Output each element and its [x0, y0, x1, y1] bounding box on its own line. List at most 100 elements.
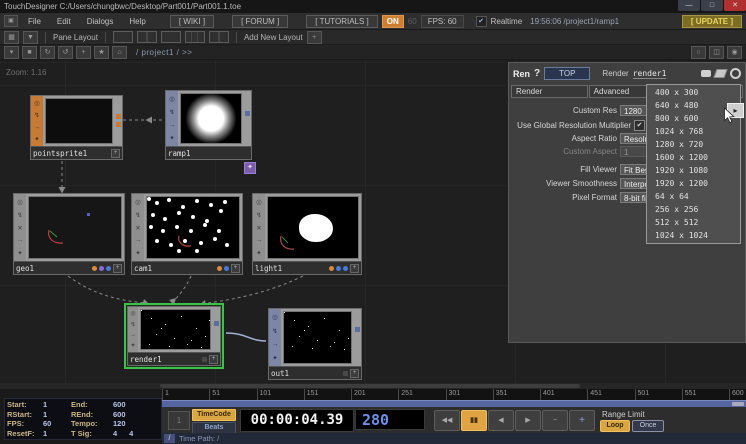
- gear-icon[interactable]: ◎: [34, 99, 40, 107]
- node-output-strip[interactable]: [213, 307, 220, 352]
- menu-file[interactable]: File: [22, 17, 47, 26]
- node-viewer[interactable]: [140, 309, 211, 350]
- menu-item[interactable]: 1920 x 1080: [647, 164, 740, 177]
- render-flag[interactable]: [217, 266, 222, 271]
- node-flag-column[interactable]: ◎ ↯ → ✦: [128, 307, 138, 352]
- node-label-bar[interactable]: ramp1: [166, 146, 251, 159]
- lightning-icon[interactable]: ↯: [34, 111, 39, 119]
- tsig-numerator[interactable]: 4: [113, 429, 117, 438]
- display-flag[interactable]: [343, 371, 348, 376]
- start-value[interactable]: 1: [43, 400, 71, 410]
- gear-icon[interactable]: ◎: [17, 198, 23, 206]
- range-slider-handle[interactable]: [732, 402, 744, 406]
- back-history-icon[interactable]: ↺: [58, 46, 73, 59]
- node-pointsprite1[interactable]: ◎ ↯ → ✦ pointsprite1 +: [30, 95, 123, 160]
- scrollbar-handle[interactable]: [160, 384, 580, 388]
- rend-value[interactable]: 600: [113, 410, 157, 420]
- node-cam1[interactable]: ◎ ↯ ✕ → ✦ cam1 +: [131, 193, 243, 275]
- global-mult-checkbox[interactable]: ✔: [634, 120, 645, 131]
- node-viewer[interactable]: [283, 311, 352, 364]
- node-light1[interactable]: ◎ ↯ ✕ → ✦ light1: [252, 193, 362, 275]
- node-viewer[interactable]: [45, 98, 113, 144]
- layout-preset-hsplit[interactable]: [161, 31, 181, 43]
- node-label-bar[interactable]: out1 +: [269, 366, 361, 379]
- first-frame-field[interactable]: 1: [168, 411, 190, 430]
- maximize-button[interactable]: □: [701, 0, 723, 11]
- lightning-icon[interactable]: ↯: [17, 211, 22, 219]
- gear-icon[interactable]: [730, 68, 741, 79]
- pickable-flag[interactable]: [224, 266, 229, 271]
- expand-flag[interactable]: +: [350, 369, 359, 378]
- menu-item[interactable]: 1024 x 768: [647, 125, 740, 138]
- display-flag[interactable]: [202, 357, 207, 362]
- node-flag-column[interactable]: ◎ ↯ ✕ → ✦: [253, 194, 265, 261]
- hand-icon[interactable]: ✦: [34, 135, 39, 143]
- node-output-strip[interactable]: [115, 96, 122, 146]
- menu-item[interactable]: 1920 x 1200: [647, 177, 740, 190]
- arrow-icon[interactable]: →: [256, 237, 263, 244]
- loop-button[interactable]: Loop: [600, 420, 630, 432]
- grid-icon[interactable]: ▦: [4, 31, 19, 44]
- tutorials-button[interactable]: [ TUTORIALS ]: [306, 15, 378, 28]
- help-button[interactable]: ?: [534, 68, 540, 79]
- step-back-button[interactable]: −: [542, 410, 568, 431]
- comment-icon[interactable]: [701, 70, 711, 77]
- menu-item[interactable]: 512 x 512: [647, 216, 740, 229]
- arrow-icon[interactable]: →: [135, 237, 142, 244]
- arrow-icon[interactable]: →: [169, 122, 176, 129]
- gear-icon[interactable]: ◎: [130, 310, 135, 317]
- output-connector[interactable]: [214, 321, 219, 326]
- menu-help[interactable]: Help: [123, 17, 151, 26]
- op-name-field[interactable]: render1: [633, 69, 667, 79]
- node-flag-column[interactable]: ◎ ↯ ✕ → ✦: [132, 194, 144, 261]
- play-forward-button[interactable]: ▶: [515, 410, 541, 431]
- pickable-flag[interactable]: [106, 266, 111, 271]
- node-viewer[interactable]: [146, 196, 240, 259]
- x-icon[interactable]: ✕: [17, 224, 22, 232]
- layout-preset-grid[interactable]: [209, 31, 229, 43]
- add-icon[interactable]: +: [76, 46, 91, 59]
- menu-item[interactable]: 1280 x 720: [647, 138, 740, 151]
- rstart-value[interactable]: 1: [43, 410, 71, 420]
- jump-to-start-button[interactable]: ◀◀: [434, 410, 460, 431]
- render-flag[interactable]: [329, 266, 334, 271]
- menu-edit[interactable]: Edit: [51, 17, 77, 26]
- layout-preset-triple[interactable]: [185, 31, 205, 43]
- power-toggle[interactable]: ON: [382, 15, 404, 28]
- palette-icon[interactable]: ✦: [244, 162, 256, 174]
- menu-item[interactable]: 256 x 256: [647, 203, 740, 216]
- output-connector[interactable]: [116, 122, 121, 127]
- time-path-button[interactable]: /: [164, 434, 175, 443]
- node-viewer[interactable]: [180, 93, 242, 144]
- hand-icon[interactable]: ✦: [17, 249, 22, 257]
- node-flag-column[interactable]: ◎ ↯ → ✦: [31, 96, 43, 146]
- node-label-bar[interactable]: pointsprite1 +: [31, 146, 122, 159]
- timecode-mode-button[interactable]: TimeCode: [192, 409, 236, 421]
- node-flag-column[interactable]: ◎ ↯ → ✦: [166, 91, 178, 146]
- split-pane-icon[interactable]: ◫: [709, 46, 724, 59]
- close-button[interactable]: ✕: [724, 0, 746, 11]
- arrow-icon[interactable]: →: [130, 332, 136, 338]
- pane-lock-icon[interactable]: ◉: [727, 46, 742, 59]
- node-label-bar[interactable]: light1 +: [253, 261, 361, 274]
- display-flag[interactable]: [99, 266, 104, 271]
- lightning-icon[interactable]: ↯: [256, 211, 261, 219]
- stop-icon[interactable]: ■: [22, 46, 37, 59]
- node-viewer[interactable]: [28, 196, 122, 259]
- wiki-button[interactable]: [ WIKI ]: [170, 15, 214, 28]
- app-window-icon[interactable]: ▣: [4, 15, 18, 27]
- node-label-bar[interactable]: render1 +: [128, 352, 220, 365]
- node-flag-column[interactable]: ◎ ↯ → ✦: [269, 309, 281, 366]
- pickable-flag[interactable]: [343, 266, 348, 271]
- node-geo1[interactable]: ◎ ↯ ✕ → ✦ geo1: [13, 193, 125, 275]
- menu-item[interactable]: 64 x 64: [647, 190, 740, 203]
- lightning-icon[interactable]: ↯: [130, 321, 135, 328]
- gear-icon[interactable]: ◎: [135, 198, 141, 206]
- node-label-bar[interactable]: geo1 +: [14, 261, 124, 274]
- end-value[interactable]: 600: [113, 400, 157, 410]
- node-ramp1[interactable]: ◎ ↯ → ✦ ramp1: [165, 90, 252, 160]
- minimize-button[interactable]: —: [678, 0, 700, 11]
- node-output-strip[interactable]: [244, 91, 251, 146]
- tempo-value[interactable]: 120: [113, 419, 157, 429]
- expand-flag[interactable]: +: [231, 264, 240, 273]
